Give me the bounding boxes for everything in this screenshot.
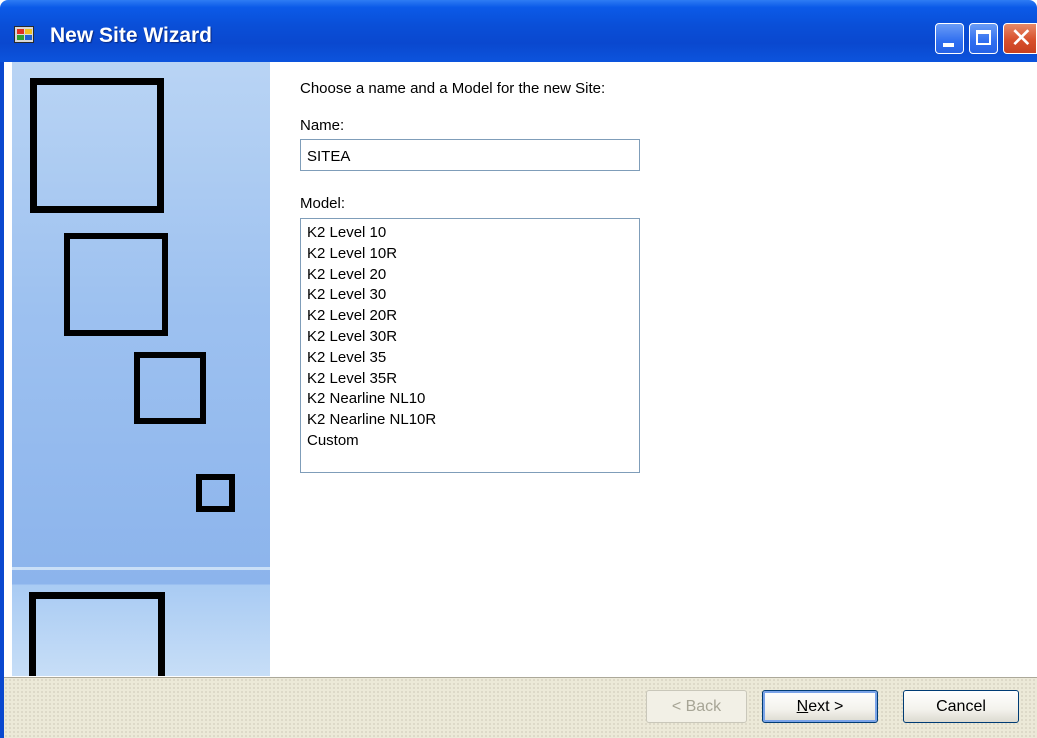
next-mnemonic: N — [796, 698, 809, 715]
model-option[interactable]: K2 Level 10R — [307, 244, 639, 265]
model-option[interactable]: K2 Level 20 — [307, 265, 639, 286]
banner-square-tiny — [196, 474, 235, 512]
maximize-icon — [976, 30, 991, 45]
model-option[interactable]: K2 Nearline NL10 — [307, 389, 639, 410]
title-bar[interactable]: New Site Wizard ✕ — [0, 0, 1037, 62]
name-input-value: SITEA — [307, 148, 351, 165]
close-icon: ✕ — [1010, 23, 1033, 53]
cancel-button[interactable]: Cancel — [903, 690, 1019, 723]
model-option[interactable]: K2 Level 20R — [307, 306, 639, 327]
minimize-icon — [943, 43, 954, 47]
wizard-button-bar — [4, 677, 1037, 738]
maximize-button[interactable] — [969, 23, 998, 54]
model-option[interactable]: K2 Level 35R — [307, 369, 639, 390]
close-button[interactable]: ✕ — [1003, 23, 1037, 54]
banner-square-medium — [64, 233, 168, 336]
model-option[interactable]: K2 Nearline NL10R — [307, 410, 639, 431]
model-listbox[interactable]: K2 Level 10 K2 Level 10R K2 Level 20 K2 … — [300, 218, 640, 473]
banner-square-small — [134, 352, 206, 424]
model-option[interactable]: K2 Level 10 — [307, 223, 639, 244]
name-label: Name: — [300, 117, 345, 134]
back-button[interactable]: < Back — [646, 690, 747, 723]
next-label: ext > — [808, 698, 844, 715]
model-option[interactable]: Custom — [307, 431, 639, 452]
model-option[interactable]: K2 Level 30 — [307, 285, 639, 306]
model-label: Model: — [300, 195, 346, 212]
model-option[interactable]: K2 Level 30R — [307, 327, 639, 348]
next-button[interactable]: Next > — [762, 690, 878, 723]
wizard-side-banner — [12, 62, 270, 676]
minimize-button[interactable] — [935, 23, 964, 54]
app-icon[interactable] — [14, 26, 34, 43]
window-title: New Site Wizard — [50, 24, 213, 47]
banner-square-bottom — [29, 592, 165, 676]
wizard-prompt: Choose a name and a Model for the new Si… — [300, 80, 606, 97]
name-input[interactable]: SITEA — [300, 139, 640, 171]
model-option[interactable]: K2 Level 35 — [307, 348, 639, 369]
banner-square-large — [30, 78, 164, 213]
